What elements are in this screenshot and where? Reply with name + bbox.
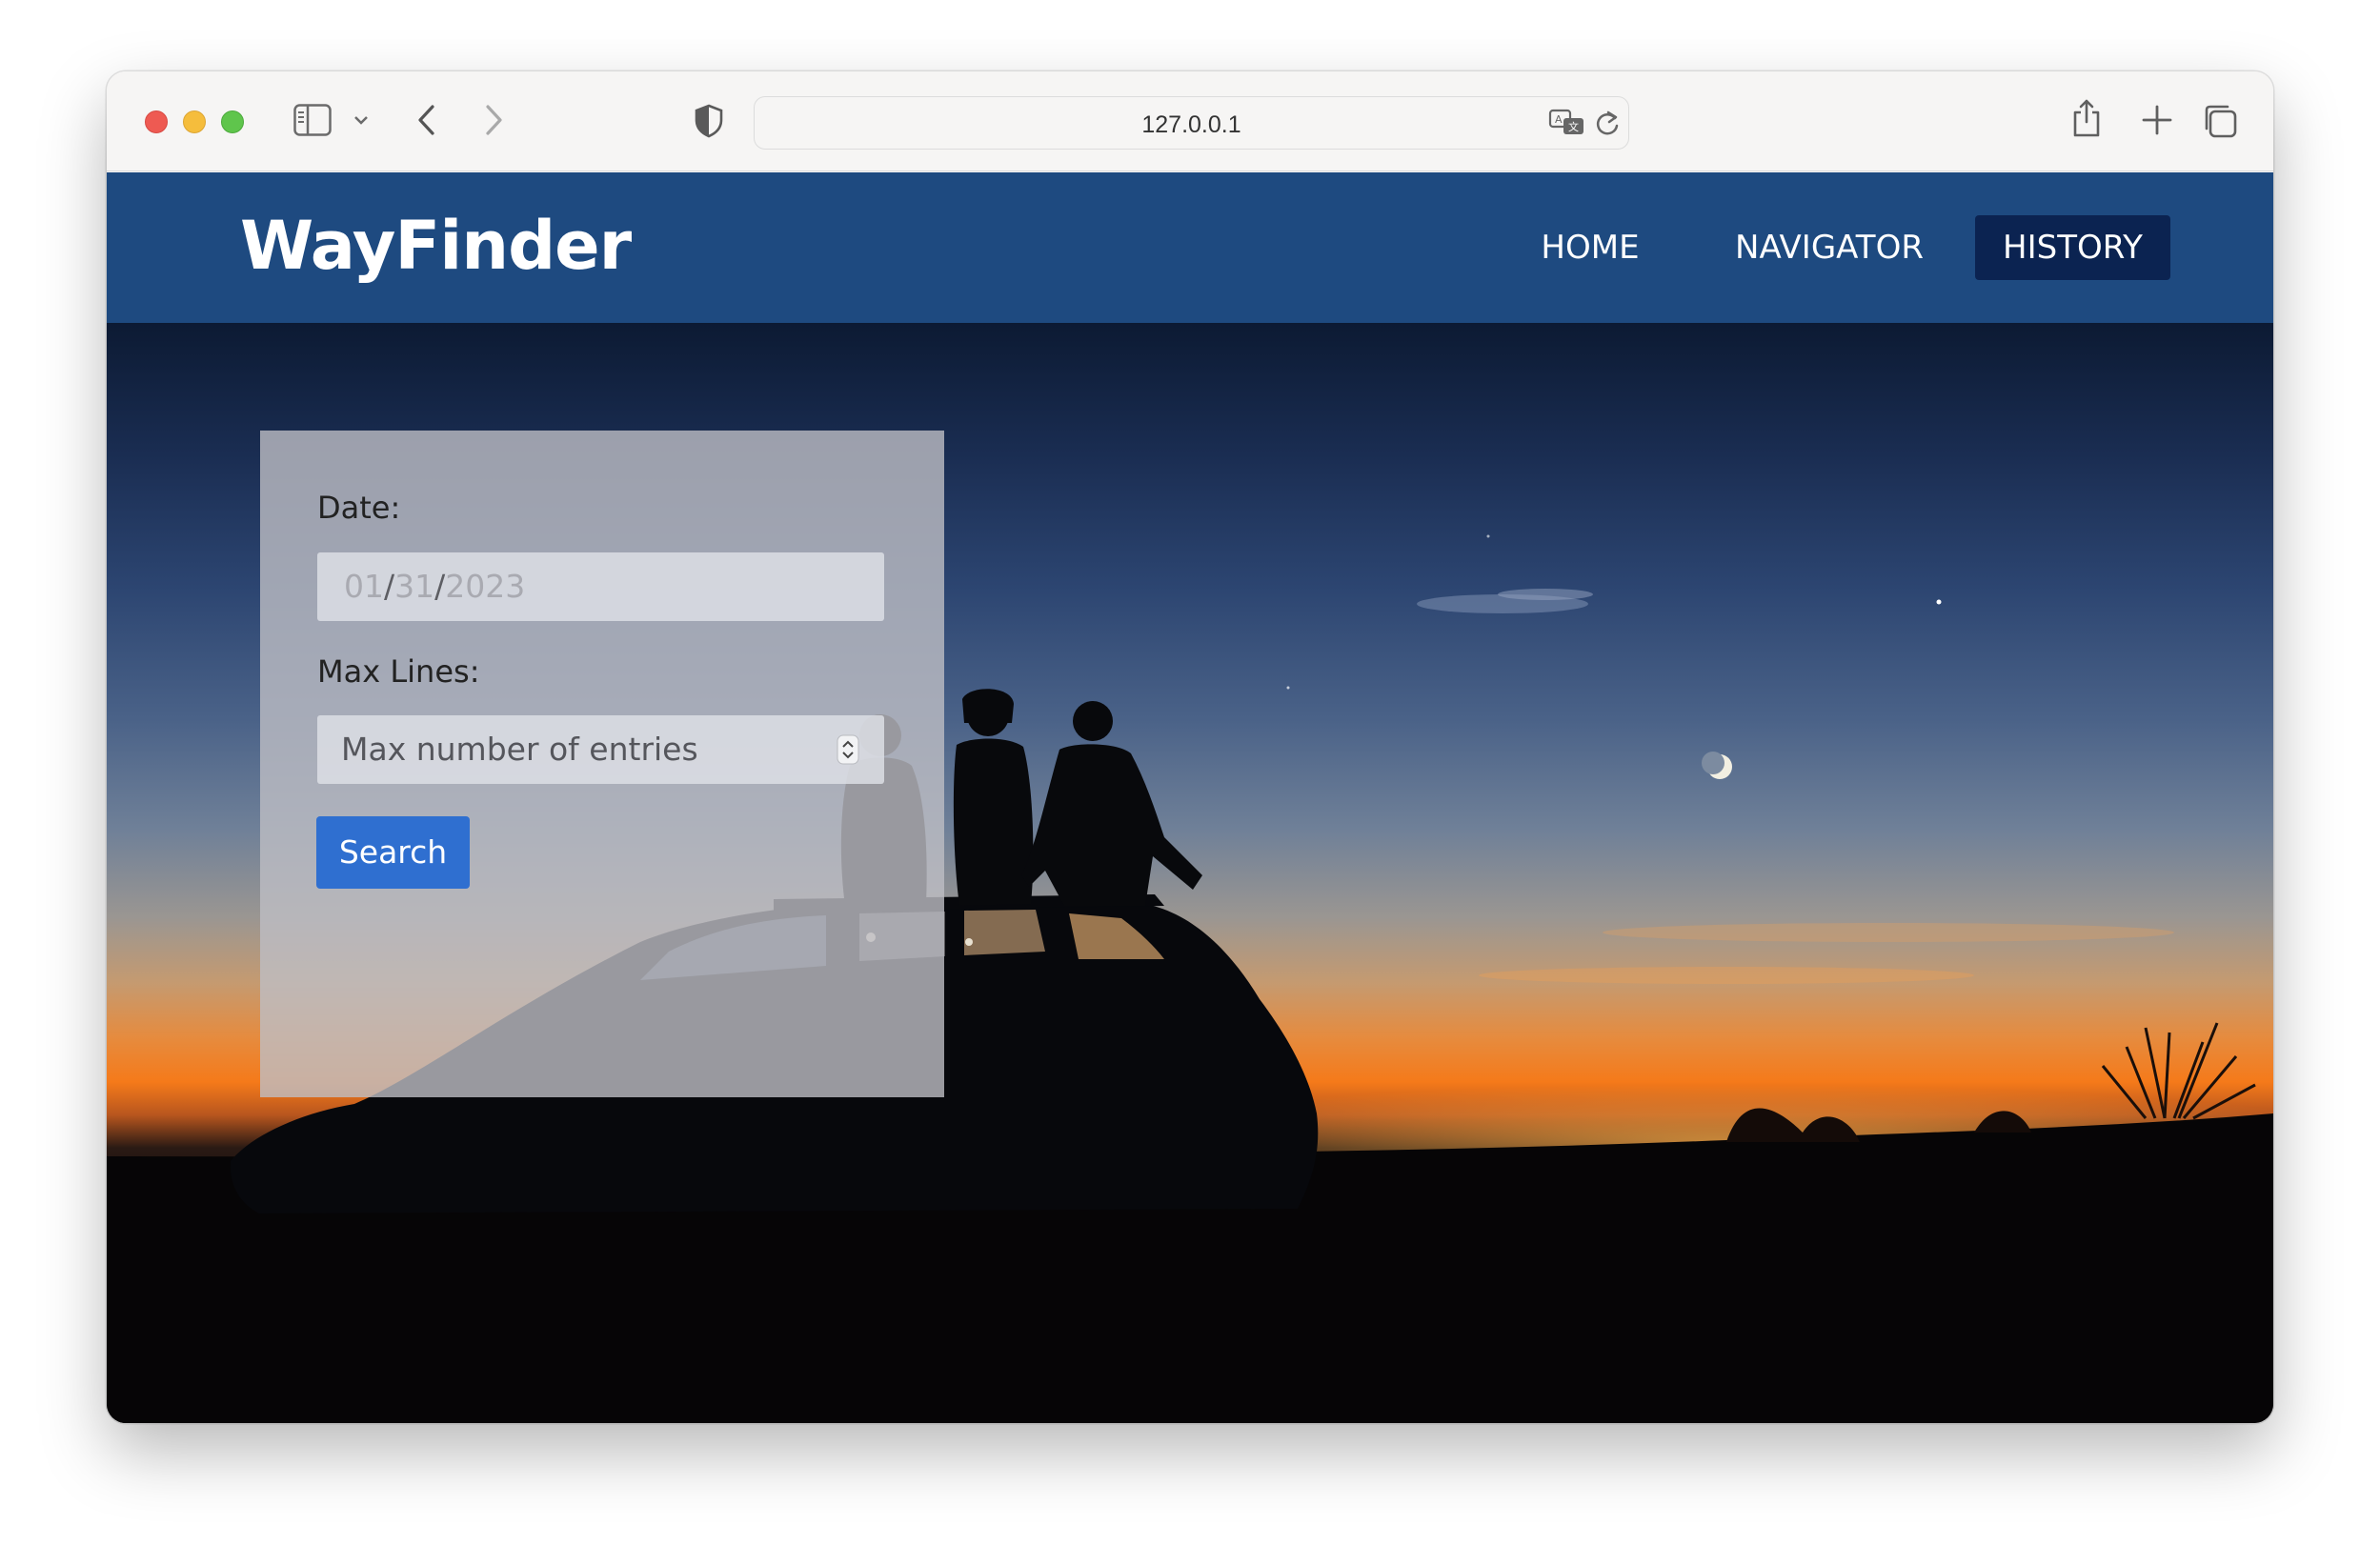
new-tab-icon[interactable] — [2142, 105, 2172, 135]
address-bar[interactable]: 127.0.0.1 A 文 — [754, 96, 1629, 150]
max-lines-label: Max Lines: — [317, 653, 480, 690]
svg-text:A: A — [1555, 113, 1563, 126]
browser-toolbar: 127.0.0.1 A 文 — [107, 71, 2273, 171]
nav-navigator[interactable]: NAVIGATOR — [1717, 215, 1942, 280]
url-text: 127.0.0.1 — [1141, 111, 1241, 138]
stepper-icon[interactable] — [837, 734, 859, 765]
page-content: WayFinder HOME NAVIGATOR HISTORY Date: 0… — [107, 172, 2273, 1423]
date-separator: / — [434, 568, 446, 605]
zoom-window-button[interactable] — [221, 110, 244, 133]
hero-background-image: Date: 01/31/2023 Max Lines: Max number o… — [107, 323, 2273, 1423]
nav-home[interactable]: HOME — [1526, 215, 1654, 280]
share-icon[interactable] — [2070, 97, 2103, 139]
max-lines-input[interactable]: Max number of entries — [317, 715, 884, 784]
forward-icon[interactable] — [482, 103, 505, 137]
minimize-window-button[interactable] — [183, 110, 206, 133]
search-button[interactable]: Search — [316, 816, 470, 889]
date-day[interactable]: 31 — [394, 568, 434, 605]
date-year[interactable]: 2023 — [445, 568, 525, 605]
site-navbar: WayFinder HOME NAVIGATOR HISTORY — [107, 172, 2273, 323]
max-lines-placeholder: Max number of entries — [341, 731, 698, 768]
brand-logo[interactable]: WayFinder — [240, 207, 632, 285]
date-separator: / — [384, 568, 395, 605]
history-search-form: Date: 01/31/2023 Max Lines: Max number o… — [260, 431, 944, 1097]
sidebar-icon[interactable] — [293, 104, 332, 136]
chevron-down-icon[interactable] — [353, 114, 369, 126]
date-input[interactable]: 01/31/2023 — [317, 552, 884, 621]
svg-text:文: 文 — [1568, 120, 1579, 133]
translate-icon[interactable]: A 文 — [1548, 108, 1586, 138]
shield-icon[interactable] — [694, 104, 724, 138]
date-month[interactable]: 01 — [344, 568, 384, 605]
nav-history[interactable]: HISTORY — [1975, 215, 2170, 280]
tabs-overview-icon[interactable] — [2202, 103, 2238, 139]
browser-window: 127.0.0.1 A 文 WayFinder HOME NAVIGATOR H… — [107, 71, 2273, 1423]
reload-icon[interactable] — [1594, 110, 1621, 138]
close-window-button[interactable] — [145, 110, 168, 133]
date-label: Date: — [317, 490, 401, 526]
back-icon[interactable] — [415, 103, 438, 137]
